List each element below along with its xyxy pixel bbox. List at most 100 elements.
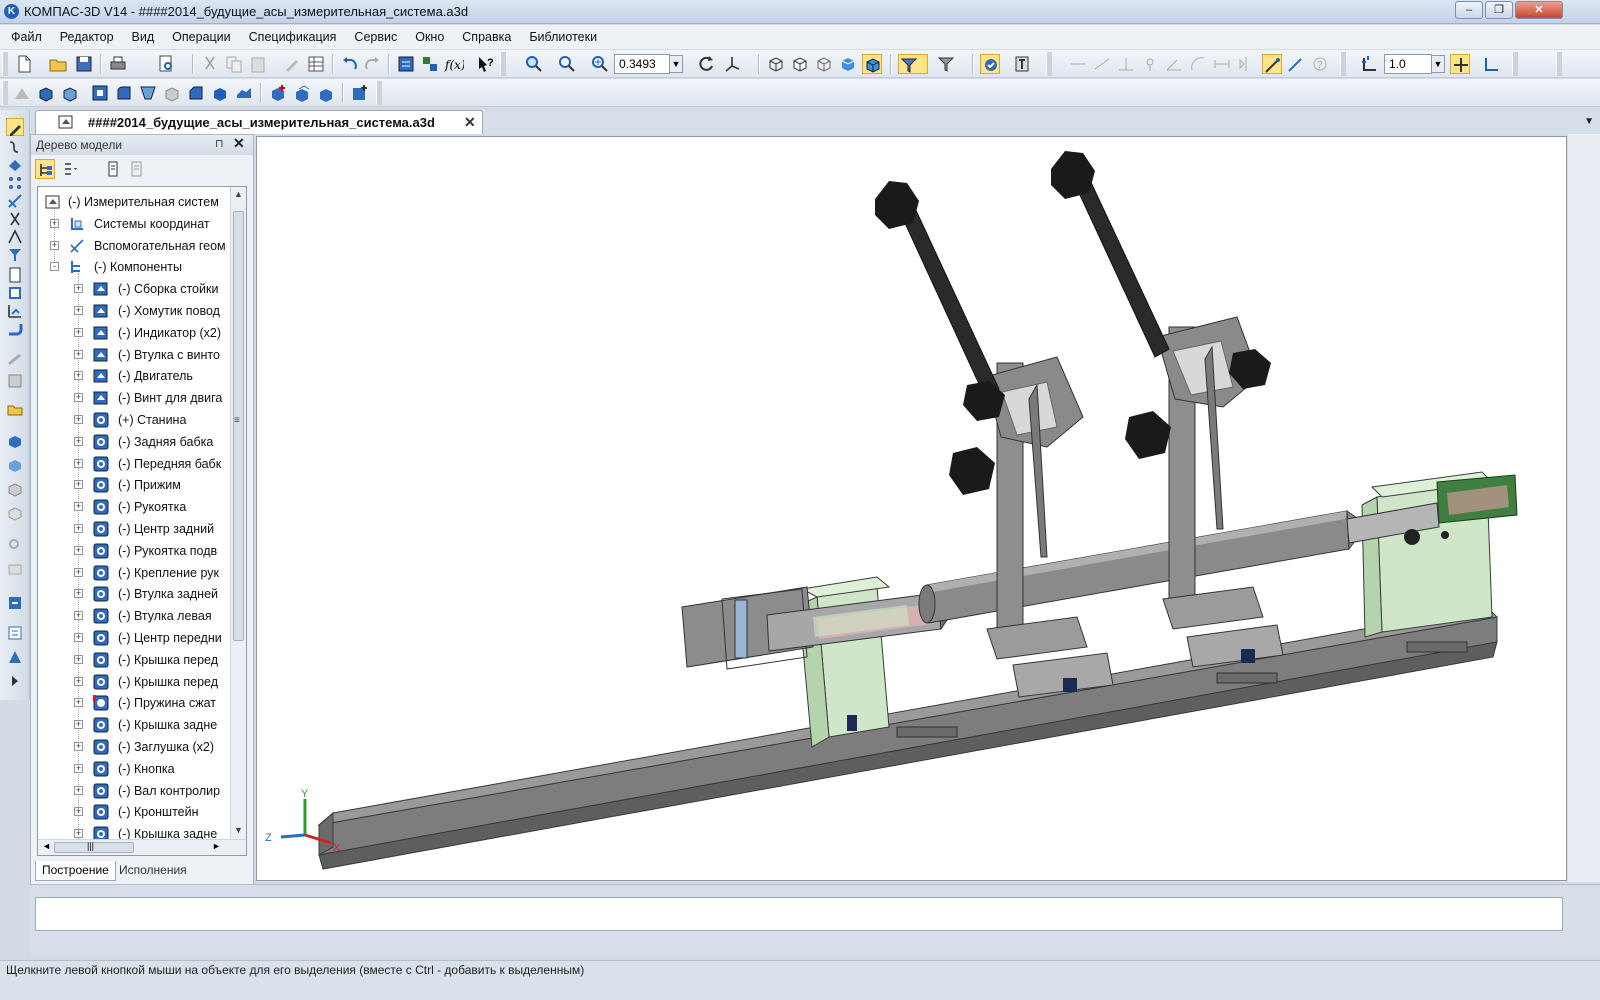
library-panel-icon[interactable]: [6, 372, 24, 390]
segment-tool-icon[interactable]: [1092, 54, 1112, 74]
shell-icon[interactable]: [138, 83, 158, 103]
expand-icon[interactable]: +: [74, 720, 83, 730]
tab-construction[interactable]: Построение: [35, 861, 116, 881]
property-field[interactable]: [35, 897, 1563, 931]
expand-icon[interactable]: +: [74, 349, 83, 359]
tree-node[interactable]: + (-) Втулка задней: [38, 583, 230, 605]
menu-service[interactable]: Сервис: [343, 25, 404, 49]
expand-icon[interactable]: +: [74, 633, 83, 642]
snap-tool-icon[interactable]: [1286, 54, 1306, 74]
menu-file[interactable]: Файл: [0, 25, 49, 49]
tree-vertical-scrollbar[interactable]: ▲ ≡ ▼: [230, 187, 246, 839]
close-panel-icon[interactable]: ✕: [233, 135, 245, 152]
thin-lines-icon[interactable]: [814, 54, 834, 74]
shaded-icon[interactable]: [838, 54, 858, 74]
document-tab[interactable]: ####2014_будущие_асы_измерительная_систе…: [35, 110, 483, 134]
local-cs-icon[interactable]: [1482, 54, 1502, 74]
orientation-icon[interactable]: [722, 54, 742, 74]
expand-icon[interactable]: +: [74, 698, 83, 708]
assembly-3d-view[interactable]: Y X Z: [257, 137, 1567, 881]
new-document-icon[interactable]: [14, 54, 34, 74]
collapse-icon[interactable]: -: [50, 262, 59, 272]
cut-icon[interactable]: [200, 54, 220, 74]
select-by-icon[interactable]: [936, 54, 966, 74]
specification-icon[interactable]: [6, 266, 24, 284]
expand-icon[interactable]: +: [74, 502, 83, 512]
paste-icon[interactable]: [248, 54, 268, 74]
surfaces-icon[interactable]: [6, 156, 24, 174]
expand-icon[interactable]: +: [74, 371, 83, 381]
menu-libraries[interactable]: Библиотеки: [518, 25, 604, 49]
tree-node[interactable]: + (-) Пружина сжат: [38, 692, 230, 714]
attributes-icon[interactable]: [6, 648, 24, 666]
piping-icon[interactable]: [6, 350, 24, 368]
spreadsheet-icon[interactable]: [306, 54, 326, 74]
copy-component-icon[interactable]: [292, 83, 312, 103]
menu-help[interactable]: Справка: [451, 25, 518, 49]
tree-node[interactable]: - (-) Компоненты: [38, 256, 230, 278]
control-shaft[interactable]: [918, 510, 1368, 624]
snap-active-icon[interactable]: [1262, 54, 1282, 74]
tree-node[interactable]: + (-) Винт для двига: [38, 387, 230, 409]
extrude-icon[interactable]: [36, 83, 56, 103]
zoom-fit-icon[interactable]: [557, 54, 577, 74]
parameters-icon[interactable]: [6, 624, 24, 642]
expand-icon[interactable]: +: [74, 676, 83, 686]
expand-icon[interactable]: +: [74, 589, 83, 599]
tree-node[interactable]: + (-) Крышка задне: [38, 714, 230, 736]
zoom-in-icon[interactable]: [590, 54, 610, 74]
library-manager-icon[interactable]: [980, 54, 1000, 74]
step-field[interactable]: 1.0: [1384, 54, 1432, 74]
function-icon[interactable]: f(x): [444, 54, 466, 74]
wireframe-icon[interactable]: [766, 54, 786, 74]
tab-executions[interactable]: Исполнения: [113, 861, 193, 881]
zoom-window-icon[interactable]: [524, 54, 544, 74]
tailstock[interactable]: [1346, 471, 1518, 638]
expand-icon[interactable]: +: [74, 654, 83, 664]
expand-icon[interactable]: +: [74, 393, 83, 403]
tree-structure-icon[interactable]: [35, 159, 55, 179]
tree-node[interactable]: + (-) Двигатель: [38, 365, 230, 387]
save-icon[interactable]: [74, 54, 94, 74]
expand-icon[interactable]: +: [74, 611, 83, 621]
sketch-icon[interactable]: [12, 83, 32, 103]
maximize-button[interactable]: ❐: [1485, 1, 1513, 19]
tree-node[interactable]: + (-) Задняя бабка: [38, 431, 230, 453]
close-tab-icon[interactable]: ✕: [464, 114, 476, 131]
shaded-edges-icon[interactable]: [862, 54, 882, 74]
arc-tool-icon[interactable]: [1188, 54, 1208, 74]
view-zoom-icon[interactable]: [6, 536, 24, 554]
toolbar-grip[interactable]: [2, 81, 8, 105]
mirror-tool-icon[interactable]: [1236, 54, 1256, 74]
tree-node[interactable]: + (-) Крышка перед: [38, 671, 230, 693]
open-library-icon[interactable]: [6, 400, 24, 418]
expand-icon[interactable]: +: [74, 415, 83, 424]
undo-icon[interactable]: [340, 54, 360, 74]
expand-icon[interactable]: +: [74, 545, 83, 555]
tree-node[interactable]: + (-) Рукоятка: [38, 496, 230, 518]
model-viewport[interactable]: Y X Z: [256, 136, 1567, 881]
kompas-app-icon[interactable]: K: [4, 4, 19, 19]
settings-tree-icon[interactable]: [6, 594, 24, 612]
tree-node[interactable]: + (-) Индикатор (x2): [38, 322, 230, 344]
menu-specification[interactable]: Спецификация: [238, 25, 344, 49]
round-values-icon[interactable]: [1450, 54, 1470, 74]
expand-icon[interactable]: +: [74, 807, 83, 817]
variables-icon[interactable]: [420, 54, 440, 74]
arrays-icon[interactable]: [6, 174, 24, 192]
chamfer-icon[interactable]: [186, 83, 206, 103]
distance-tool-icon[interactable]: [1212, 54, 1232, 74]
cut-extrude-icon[interactable]: [90, 83, 110, 103]
expand-icon[interactable]: +: [74, 306, 83, 315]
zoom-scale-dropdown[interactable]: ▼: [669, 55, 683, 73]
tree-node[interactable]: + Системы координат: [38, 213, 230, 235]
print-icon[interactable]: [108, 54, 128, 74]
assembly-mate-icon[interactable]: [6, 432, 24, 450]
expand-icon[interactable]: +: [74, 480, 83, 490]
tree-node[interactable]: + (-) Рукоятка подв: [38, 540, 230, 562]
fillet-icon[interactable]: [114, 83, 134, 103]
properties-icon[interactable]: [282, 54, 302, 74]
print-preview-icon[interactable]: [156, 54, 176, 74]
tree-node[interactable]: + (+) Станина: [38, 409, 230, 431]
scroll-up-icon[interactable]: ▲: [234, 189, 243, 199]
